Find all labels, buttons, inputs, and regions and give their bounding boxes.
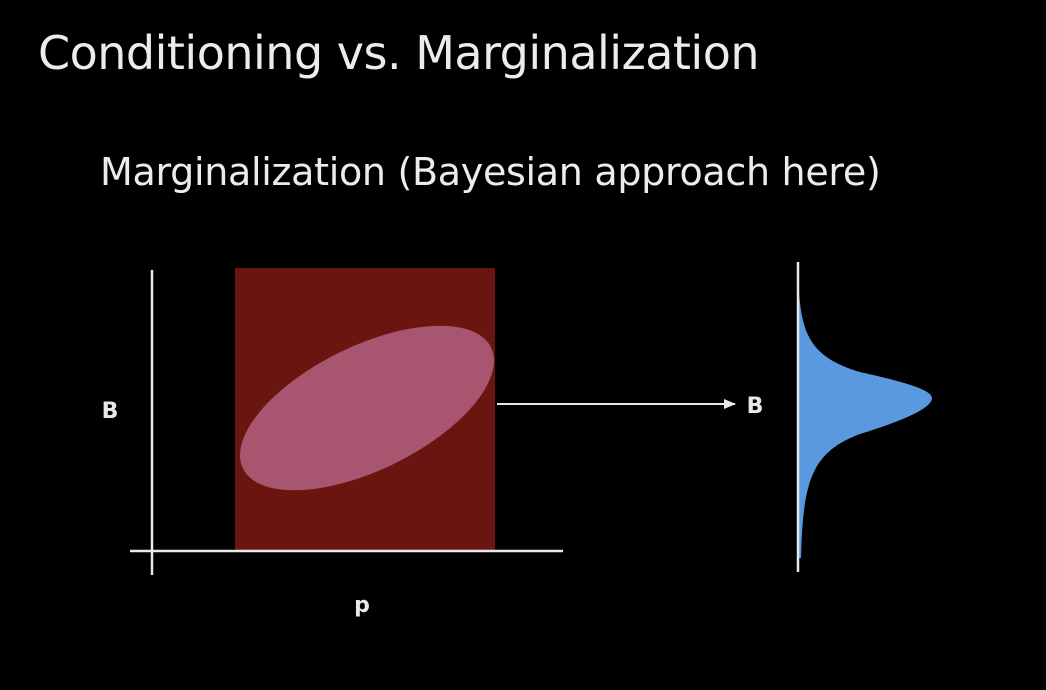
y-axis-label: B xyxy=(102,399,119,424)
joint-plot: B p xyxy=(102,268,563,618)
x-axis-label: p xyxy=(354,593,370,618)
marginal-axis-label: B xyxy=(747,394,764,419)
marginal-plot xyxy=(796,262,932,572)
marginal-density-curve xyxy=(798,272,932,558)
marginalization-diagram: B p B xyxy=(102,262,932,618)
